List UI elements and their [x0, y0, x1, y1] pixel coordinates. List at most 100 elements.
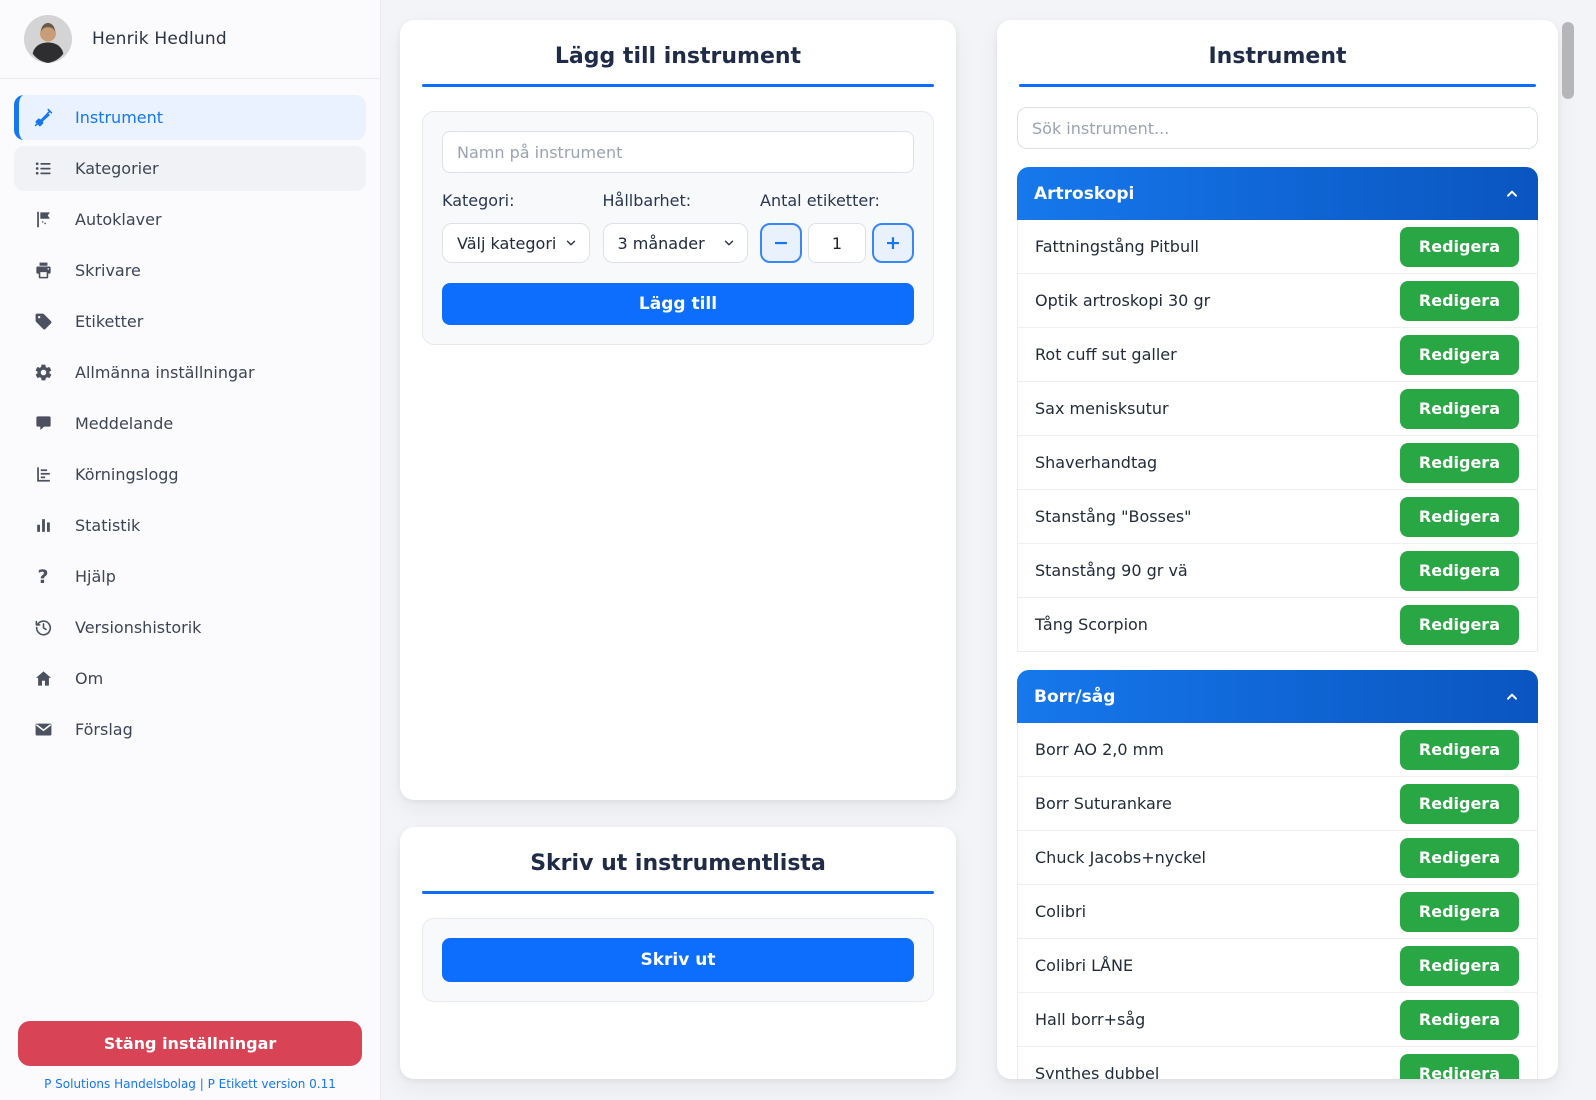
edit-button[interactable]: Redigera — [1400, 1000, 1519, 1040]
instrument-row: Chuck Jacobs+nyckel Redigera — [1018, 831, 1537, 885]
sidebar-item-label: Etiketter — [75, 312, 143, 331]
instrument-panel-title: Instrument — [1019, 44, 1536, 69]
edit-button[interactable]: Redigera — [1400, 784, 1519, 824]
edit-button[interactable]: Redigera — [1400, 838, 1519, 878]
print-button[interactable]: Skriv ut — [442, 938, 914, 982]
sidebar-item-label: Versionshistorik — [75, 618, 201, 637]
sidebar-item-etiketter[interactable]: Etiketter — [14, 299, 366, 344]
chevron-up-icon — [1504, 186, 1520, 202]
sidebar-item-statistik[interactable]: Statistik — [14, 503, 366, 548]
edit-button[interactable]: Redigera — [1400, 443, 1519, 483]
label-count-input[interactable] — [808, 223, 866, 263]
list-icon — [33, 159, 53, 179]
sidebar-item-k-rningslogg[interactable]: Körningslogg — [14, 452, 366, 497]
category-name: Artroskopi — [1034, 184, 1134, 204]
instrument-name: Colibri — [1035, 902, 1086, 921]
instrument-row: Shaverhandtag Redigera — [1018, 436, 1537, 490]
instrument-name: Sax menisksutur — [1035, 399, 1169, 418]
shelf-life-group: Hållbarhet: 3 månader — [603, 191, 748, 263]
shelf-life-label: Hållbarhet: — [603, 191, 748, 210]
sidebar: Henrik Hedlund Instrument Kategorier Autok… — [0, 0, 381, 1100]
user-name: Henrik Hedlund — [92, 29, 227, 49]
log-chart-icon — [33, 465, 53, 485]
instrument-name: Colibri LÅNE — [1035, 956, 1133, 975]
edit-button[interactable]: Redigera — [1400, 281, 1519, 321]
add-card-title: Lägg till instrument — [422, 44, 934, 69]
question-icon: ? — [33, 567, 53, 587]
edit-button[interactable]: Redigera — [1400, 946, 1519, 986]
instrument-name-input[interactable] — [442, 131, 914, 173]
instrument-row: Tång Scorpion Redigera — [1018, 598, 1537, 651]
category-header[interactable]: Artroskopi — [1017, 167, 1538, 220]
instrument-list: Fattningstång PitbullRedigeraOptik artro… — [1017, 220, 1538, 652]
envelope-icon — [33, 720, 53, 740]
category-select-value: Välj kategori — [457, 234, 556, 253]
sidebar-item-label: Instrument — [75, 108, 163, 127]
version-footer-link[interactable]: P Solutions Handelsbolag | P Etikett ver… — [0, 1077, 380, 1091]
instrument-panel-content: ArtroskopiFattningstång PitbullRedigeraO… — [997, 87, 1558, 1079]
instrument-row: Stanstång 90 gr väRedigera — [1018, 544, 1537, 598]
sidebar-item-label: Skrivare — [75, 261, 141, 280]
add-instrument-card: Lägg till instrument Kategori: Välj kate… — [400, 20, 956, 800]
sidebar-item-label: Hjälp — [75, 567, 116, 586]
sidebar-item-label: Förslag — [75, 720, 133, 739]
instrument-row: Stanstång "Bosses" Redigera — [1018, 490, 1537, 544]
sidebar-item-autoklaver[interactable]: Autoklaver — [14, 197, 366, 242]
instrument-section: Borr/sågBorr AO 2,0 mmRedigeraBorr Sutur… — [1017, 670, 1538, 1079]
instrument-row: Optik artroskopi 30 grRedigera — [1018, 274, 1537, 328]
edit-button[interactable]: Redigera — [1400, 605, 1519, 645]
chevron-up-icon — [1504, 689, 1520, 705]
shelf-life-select[interactable]: 3 månader — [603, 223, 748, 263]
add-button[interactable]: Lägg till — [442, 283, 914, 325]
instrument-name: Tång Scorpion — [1035, 615, 1148, 634]
edit-button[interactable]: Redigera — [1400, 1054, 1519, 1080]
shelf-life-select-value: 3 månader — [618, 234, 705, 253]
edit-button[interactable]: Redigera — [1400, 551, 1519, 591]
sidebar-item-label: Autoklaver — [75, 210, 162, 229]
chevron-down-icon — [564, 236, 578, 250]
category-header[interactable]: Borr/såg — [1017, 670, 1538, 723]
add-instrument-form: Kategori: Välj kategori Hållbarhet: 3 må… — [422, 111, 934, 345]
instrument-name: Hall borr+såg — [1035, 1010, 1145, 1029]
sidebar-item-versionshistorik[interactable]: Versionshistorik — [14, 605, 366, 650]
category-name: Borr/såg — [1034, 687, 1115, 707]
sidebar-item-label: Kategorier — [75, 159, 159, 178]
close-settings-button[interactable]: Stäng inställningar — [18, 1021, 362, 1066]
printer-icon — [33, 261, 53, 281]
sidebar-item-kategorier[interactable]: Kategorier — [14, 146, 366, 191]
sidebar-item-meddelande[interactable]: Meddelande — [14, 401, 366, 446]
search-input[interactable] — [1017, 107, 1538, 149]
instrument-name: Fattningstång Pitbull — [1035, 237, 1199, 256]
sidebar-item-hj-lp[interactable]: ? Hjälp — [14, 554, 366, 599]
print-form: Skriv ut — [422, 918, 934, 1002]
edit-button[interactable]: Redigera — [1400, 892, 1519, 932]
edit-button[interactable]: Redigera — [1400, 227, 1519, 267]
category-select[interactable]: Välj kategori — [442, 223, 590, 263]
instrument-name: Synthes dubbel — [1035, 1064, 1159, 1079]
sidebar-item-om[interactable]: Om — [14, 656, 366, 701]
instrument-section: ArtroskopiFattningstång PitbullRedigeraO… — [1017, 167, 1538, 652]
instrument-name: Borr Suturankare — [1035, 794, 1172, 813]
instrument-name: Shaverhandtag — [1035, 453, 1157, 472]
title-underline — [422, 84, 934, 87]
instrument-row: Hall borr+såg Redigera — [1018, 993, 1537, 1047]
instrument-name: Rot cuff sut galler — [1035, 345, 1177, 364]
sidebar-item-instrument[interactable]: Instrument — [14, 95, 366, 140]
edit-button[interactable]: Redigera — [1400, 389, 1519, 429]
sidebar-item-label: Allmänna inställningar — [75, 363, 255, 382]
increment-button[interactable]: + — [872, 223, 914, 263]
edit-button[interactable]: Redigera — [1400, 730, 1519, 770]
sidebar-item-allm-nna-inst-llningar[interactable]: Allmänna inställningar — [14, 350, 366, 395]
sidebar-item-label: Meddelande — [75, 414, 173, 433]
label-count-group: Antal etiketter: − + — [760, 191, 914, 263]
decrement-button[interactable]: − — [760, 223, 802, 263]
sidebar-item-f-rslag[interactable]: Förslag — [14, 707, 366, 752]
avatar — [24, 15, 72, 63]
instrument-name: Stanstång "Bosses" — [1035, 507, 1192, 526]
edit-button[interactable]: Redigera — [1400, 497, 1519, 537]
edit-button[interactable]: Redigera — [1400, 335, 1519, 375]
scrollbar-thumb[interactable] — [1562, 22, 1574, 99]
sidebar-item-skrivare[interactable]: Skrivare — [14, 248, 366, 293]
instrument-row: Synthes dubbel Redigera — [1018, 1047, 1537, 1079]
instrument-name: Chuck Jacobs+nyckel — [1035, 848, 1206, 867]
